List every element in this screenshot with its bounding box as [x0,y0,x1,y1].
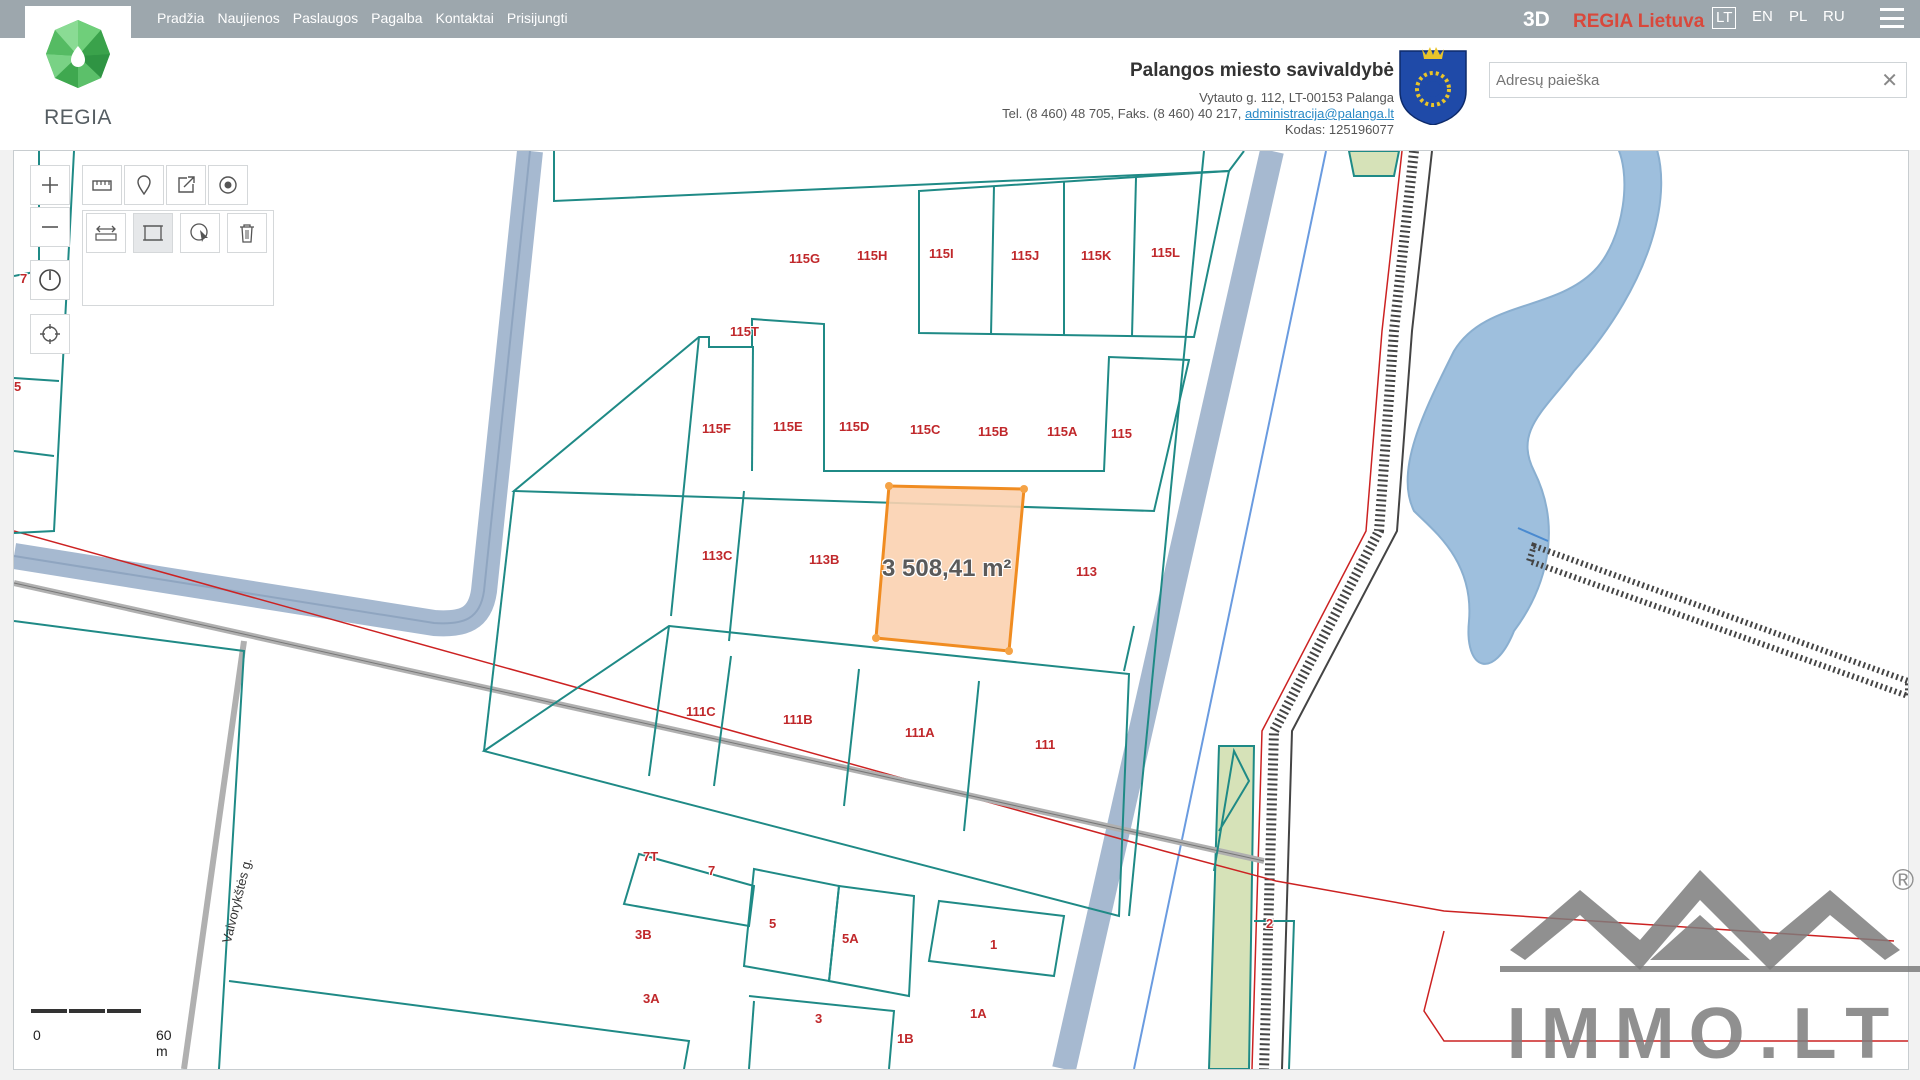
scale-end: 60 m [156,1027,172,1059]
zoom-in-button[interactable] [30,165,70,205]
area-measurement-label: 3 508,41 m² [882,555,1012,582]
nav-home[interactable]: Pradžia [157,10,204,26]
3d-mode-button[interactable]: 3D [1523,8,1550,32]
record-icon [219,176,237,194]
site-name-link[interactable]: REGIA Lietuva [1573,11,1704,33]
plot-label: 111B [783,712,813,727]
plot-label: 115F [702,421,731,436]
crosshair-icon [40,324,60,344]
zoom-out-button[interactable] [30,207,70,247]
map-pin-button[interactable] [124,165,164,205]
plot-label: 115J [1011,248,1040,263]
plot-label: 115 [1111,426,1132,441]
registered-mark: ® [1892,864,1914,897]
identify-icon [190,223,208,242]
plus-icon [42,177,58,193]
plot-label: 115H [857,248,888,263]
municipality-contacts: Tel. (8 460) 48 705, Faks. (8 460) 40 21… [1002,106,1394,122]
share-button[interactable] [166,165,206,205]
compass-icon [39,269,61,291]
scale-bar: 0 60 m [31,1009,172,1059]
plot-label: 7T [643,849,659,864]
plot-label: 5A [842,931,859,946]
immo-watermark-logo: IMMO.LT ® [1500,864,1920,1070]
plot-label: 115T [730,324,759,339]
plot-label: 115L [1151,245,1180,260]
nav-contacts[interactable]: Kontaktai [436,10,494,26]
plot-label: 111 [1035,737,1056,752]
plot-label: 2 [1266,916,1274,931]
municipality-code: Kodas: 125196077 [1284,122,1394,137]
lang-ru[interactable]: RU [1823,8,1845,25]
plot-label: 1B [897,1031,914,1046]
plot-label: 5 [769,916,777,931]
plot-label: 115G [789,251,821,266]
plot-label: 113C [702,548,733,563]
plot-label: 111C [686,704,716,719]
plot-label: 115C [910,422,941,437]
compass-button[interactable] [30,260,70,300]
record-button[interactable] [208,165,248,205]
municipality-name: Palangos miesto savivaldybė [1129,60,1394,81]
municipality-address: Vytauto g. 112, LT-00153 Palanga [1199,90,1394,105]
ruler-icon [92,180,112,191]
plot-label: 3B [635,927,652,942]
scale-start: 0 [33,1027,41,1043]
regia-logo-icon [46,20,110,88]
locate-button[interactable] [30,314,70,354]
nav-news[interactable]: Naujienos [217,10,279,26]
delete-button[interactable] [227,213,267,253]
plot-label: 115A [1047,424,1078,439]
top-bar: Pradžia Naujienos Paslaugos Pagalba Kont… [0,0,1920,38]
plot-label: 3 [815,1011,823,1026]
measure-area-button[interactable] [133,213,173,253]
plot-label: 113 [1076,564,1097,579]
plot-label: 115D [839,419,870,434]
plot-label: 3A [643,991,660,1006]
phone-fax: Tel. (8 460) 48 705, Faks. (8 460) 40 21… [1002,106,1245,121]
plot-label: 115E [773,419,803,434]
watermark-text: IMMO.LT [1507,994,1904,1070]
scale-bar-graphic [31,1009,141,1013]
municipality-info: Palangos miesto savivaldybė Vytauto g. 1… [1002,60,1394,138]
plot-label: 115K [1081,248,1112,263]
identify-button[interactable] [180,213,220,253]
measure-distance-icon [95,225,117,241]
hamburger-menu-icon[interactable] [1880,8,1904,28]
lang-pl[interactable]: PL [1789,8,1807,25]
nav-help[interactable]: Pagalba [371,10,422,26]
minus-icon [42,226,58,228]
lang-lt[interactable]: LT [1712,7,1737,29]
email-link[interactable]: administracija@palanga.lt [1245,106,1394,121]
plot-label: 113B [809,552,840,567]
measure-distance-button[interactable] [86,213,126,253]
lang-en[interactable]: EN [1752,8,1773,25]
plot-label: 1 [990,937,998,952]
main-nav: Pradžia Naujienos Paslaugos Pagalba Kont… [157,10,568,26]
plot-label: 1A [970,1006,987,1021]
address-search-input[interactable] [1490,63,1872,97]
nav-login[interactable]: Prisijungti [507,10,568,26]
plot-label: 7 [708,863,716,878]
coat-of-arms-icon [1399,47,1467,125]
measure-area-icon [143,225,163,241]
map-pin-icon [137,175,151,195]
regia-logo[interactable]: REGIA [25,6,131,131]
ruler-button[interactable] [82,165,122,205]
plot-label: 5 [14,379,22,394]
share-icon [178,176,195,193]
plot-label: 115I [929,246,954,261]
plot-label: 111A [905,725,935,740]
trash-icon [240,224,254,243]
plot-label: 7 [20,271,28,286]
plot-label: 115B [978,424,1009,439]
nav-services[interactable]: Paslaugos [293,10,358,26]
logo-text: REGIA [44,106,112,129]
close-icon[interactable]: ✕ [1881,68,1898,93]
address-search: ✕ [1489,62,1907,98]
